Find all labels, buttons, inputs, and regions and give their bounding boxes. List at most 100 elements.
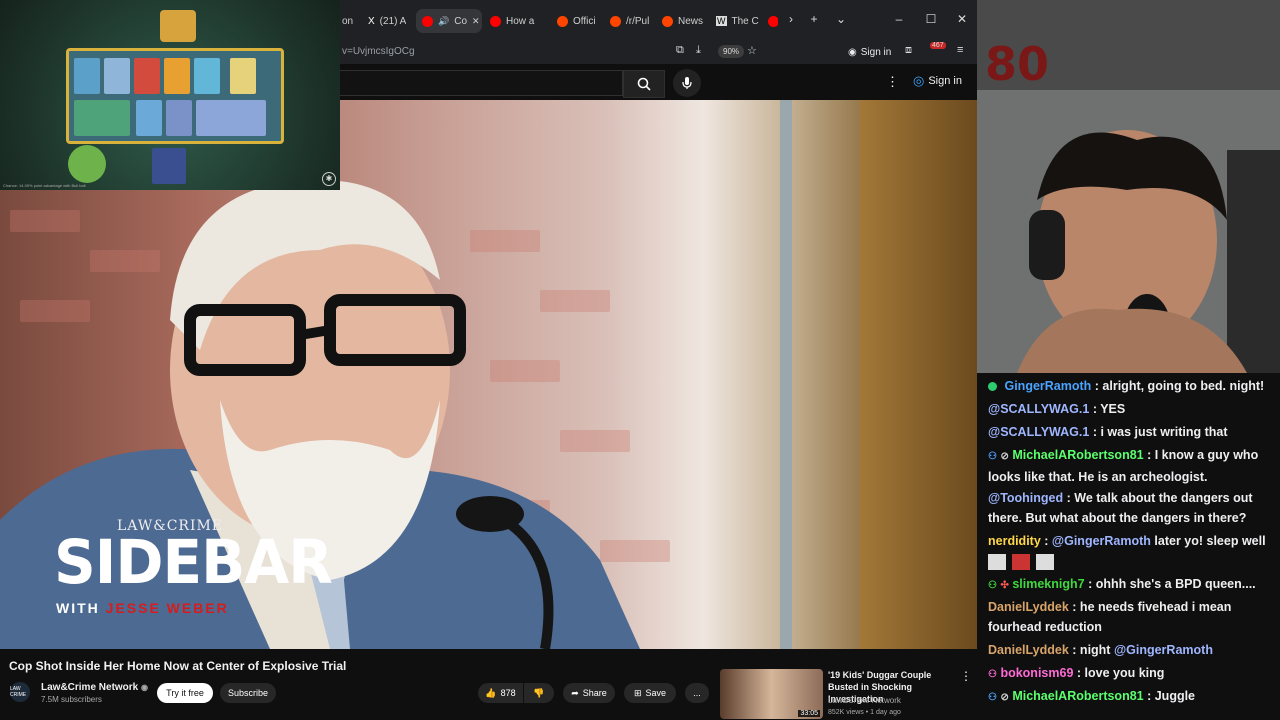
chat-username[interactable]: @Toohinged xyxy=(988,491,1063,505)
wikipedia-w-icon: W xyxy=(716,16,727,26)
chat-username[interactable]: MichaelARobertson81 xyxy=(1012,689,1143,703)
share-arrow-icon: ➦ xyxy=(571,687,579,698)
brand-with: WITH xyxy=(56,600,100,616)
minimize-icon[interactable]: – xyxy=(890,12,908,26)
kebab-menu-icon[interactable]: ⋮ xyxy=(886,74,899,90)
chat-message: DanielLyddek : he needs fivehead i mean … xyxy=(988,597,1272,637)
chat-username[interactable]: @SCALLYWAG.1 xyxy=(988,402,1089,416)
settings-icon[interactable]: ✱ xyxy=(322,172,336,186)
chat-username[interactable]: bokonism69 xyxy=(1000,666,1073,680)
like-button[interactable]: 👍 878 xyxy=(478,683,523,703)
close-tab-icon[interactable]: ✕ xyxy=(472,16,480,27)
mute-badge-icon: ⊘ xyxy=(1000,692,1009,703)
tab-0[interactable]: on xyxy=(342,9,353,33)
save-button[interactable]: ⊞ Save xyxy=(624,683,676,703)
browser-sign-in[interactable]: ◉ Sign in xyxy=(848,43,891,61)
maximize-icon[interactable]: ☐ xyxy=(922,12,940,26)
hero-portrait xyxy=(152,148,186,184)
reddit-favicon-icon xyxy=(557,15,568,27)
tab-8[interactable] xyxy=(768,9,778,33)
extensions-icon[interactable]: ⧈ xyxy=(905,44,912,57)
save-playlist-icon: ⊞ xyxy=(633,687,642,698)
verified-check-icon: ◉ xyxy=(141,683,149,692)
try-it-free-button[interactable]: Try it free xyxy=(157,683,213,703)
game-overlay: ✱ Chance: 14.09% point advantage with Bu… xyxy=(0,0,340,190)
tab-2-active[interactable]: 🔊 Co ✕ xyxy=(416,9,482,33)
tab-scroll-right-icon[interactable]: › xyxy=(782,12,800,26)
new-tab-icon[interactable]: + xyxy=(805,12,823,26)
tab-6[interactable]: News xyxy=(662,9,712,33)
close-window-icon[interactable]: ✕ xyxy=(953,12,971,26)
bookmark-star-icon[interactable]: ☆ xyxy=(747,44,757,57)
extension-badge[interactable]: 467 xyxy=(930,42,946,49)
search-input[interactable] xyxy=(340,70,623,96)
chat-message: ⚇ ⊘ MichaelARobertson81 : Juggle xyxy=(988,686,1272,708)
tab-7[interactable]: W The C xyxy=(716,9,760,33)
subscribe-button[interactable]: Subscribe xyxy=(220,683,276,703)
chat-message: DanielLyddek : night @GingerRamoth xyxy=(988,640,1272,660)
picture-in-picture-icon[interactable]: ⧉ xyxy=(676,44,684,57)
browser-sign-in-label: Sign in xyxy=(860,46,892,58)
url-text[interactable]: v=UvjmcsIgOCg xyxy=(342,46,415,57)
chat-text: : xyxy=(1044,534,1052,548)
channel-avatar[interactable]: LAW CRIME xyxy=(10,682,30,702)
game-card xyxy=(230,58,256,94)
game-card xyxy=(164,58,190,94)
live-chat: GingerRamoth : alright, going to bed. ni… xyxy=(977,373,1280,720)
streamer-figure: 80 xyxy=(977,0,1280,373)
tab-3[interactable]: How a xyxy=(490,9,544,33)
mute-badge-icon: ⊘ xyxy=(1000,451,1009,462)
dislike-button[interactable]: 👎 xyxy=(524,683,554,703)
emote-icon xyxy=(1012,554,1030,570)
account-icon: ◎ xyxy=(913,73,925,88)
tab-5[interactable]: /r/Pul xyxy=(610,9,662,33)
chat-message: ⚇ ✣ slimeknigh7 : ohhh she's a BPD queen… xyxy=(988,574,1272,596)
game-card xyxy=(136,100,162,136)
share-button[interactable]: ➦ Share xyxy=(563,683,615,703)
recommended-thumbnail[interactable]: 33:05 xyxy=(720,669,823,719)
chat-username[interactable]: slimeknigh7 xyxy=(1012,577,1084,591)
chat-mention[interactable]: @GingerRamoth xyxy=(1052,534,1151,548)
game-card xyxy=(74,58,100,94)
tab-list-chevron-icon[interactable]: ⌄ xyxy=(832,12,850,26)
more-actions-button[interactable]: ... xyxy=(685,683,709,703)
recommended-meta: 852K views • 1 day ago xyxy=(828,709,901,716)
game-footer-text: Chance: 14.09% point advantage with Bull… xyxy=(3,183,86,188)
tab-4[interactable]: Offici xyxy=(557,9,607,33)
chat-username[interactable]: DanielLyddek xyxy=(988,643,1069,657)
recommended-channel[interactable]: Law&Crime Network xyxy=(828,696,901,705)
menu-icon[interactable]: ≡ xyxy=(957,44,963,56)
channel-name[interactable]: Law&Crime Network ◉ xyxy=(41,682,148,693)
recommended-menu-icon[interactable]: ⋮ xyxy=(960,669,972,683)
game-card xyxy=(104,58,130,94)
chat-text: : YES xyxy=(1092,402,1126,416)
chat-text: : love you king xyxy=(1076,666,1165,680)
subscriber-count: 7.5M subscribers xyxy=(41,695,102,704)
emote-icon xyxy=(1036,554,1054,570)
chat-text: : i was just writing that xyxy=(1092,425,1228,439)
chat-username[interactable]: nerdidity xyxy=(988,534,1041,548)
chat-text: : ohhh she's a BPD queen.... xyxy=(1088,577,1256,591)
download-icon[interactable]: ⤓ xyxy=(696,44,701,57)
chat-message: @Toohinged : We talk about the dangers o… xyxy=(988,488,1272,528)
tab-label: on xyxy=(342,15,354,27)
svg-text:80: 80 xyxy=(985,37,1049,91)
game-card xyxy=(166,100,192,136)
tab-1[interactable]: X (21) A xyxy=(368,9,406,33)
like-count: 878 xyxy=(500,688,516,698)
chat-username[interactable]: GingerRamoth xyxy=(1004,379,1091,393)
chat-username[interactable]: MichaelARobertson81 xyxy=(1012,448,1143,462)
chat-username[interactable]: DanielLyddek xyxy=(988,600,1069,614)
hero-portrait xyxy=(68,145,106,183)
chat-mention[interactable]: @GingerRamoth xyxy=(1114,643,1213,657)
zoom-level[interactable]: 90% xyxy=(718,45,745,58)
voice-search-button[interactable] xyxy=(673,69,701,97)
youtube-sign-in-button[interactable]: ◎ Sign in xyxy=(913,73,962,89)
tab-label: /r/Pul xyxy=(626,15,650,27)
chat-text: : Juggle xyxy=(1147,689,1196,703)
user-badge-icon: ⚇ xyxy=(988,669,997,680)
chat-username[interactable]: @SCALLYWAG.1 xyxy=(988,425,1089,439)
search-button[interactable] xyxy=(623,70,665,98)
chat-text: : alright, going to bed. night! xyxy=(1094,379,1265,393)
game-card xyxy=(196,100,266,136)
